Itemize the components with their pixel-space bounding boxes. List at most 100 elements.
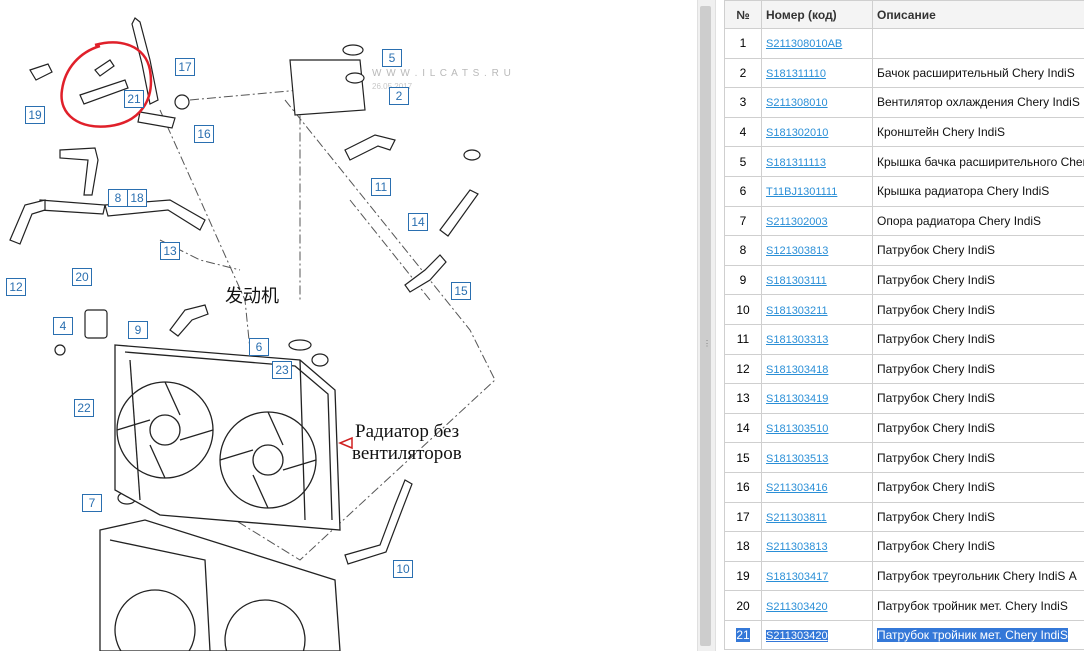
callout-8[interactable]: 8 bbox=[108, 189, 128, 207]
row-number: 21 bbox=[724, 619, 762, 651]
callout-20[interactable]: 20 bbox=[72, 268, 92, 286]
table-row[interactable]: 9 S181303111 Патрубок Chery IndiS bbox=[724, 264, 1084, 296]
part-code-link[interactable]: S181303313 bbox=[766, 334, 828, 346]
callout-15[interactable]: 15 bbox=[451, 282, 471, 300]
callout-10[interactable]: 10 bbox=[393, 560, 413, 578]
table-row[interactable]: 20 S211303420 Патрубок тройник мет. Chery … bbox=[724, 590, 1084, 621]
scrollbar-thumb[interactable]: ⋮ bbox=[700, 6, 711, 646]
part-code-link[interactable]: S121303813 bbox=[766, 245, 828, 257]
row-number: 5 bbox=[724, 146, 762, 177]
row-number: 20 bbox=[724, 590, 762, 621]
table-row[interactable]: 10 S181303211 Патрубок Chery IndiS bbox=[724, 294, 1084, 325]
table-row[interactable]: 1 S211308010AB bbox=[724, 28, 1084, 59]
part-code-link[interactable]: S211308010 bbox=[766, 97, 828, 109]
part-description: Опора радиатора Chery IndiS bbox=[872, 205, 1084, 237]
part-code-link[interactable]: S211303420 bbox=[766, 601, 828, 613]
callout-11[interactable]: 11 bbox=[371, 178, 391, 196]
part-description: Патрубок Chery IndiS bbox=[872, 264, 1084, 296]
engine-label: 发动机 bbox=[225, 286, 279, 306]
pointer-arrow-icon bbox=[338, 436, 353, 450]
callout-23[interactable]: 23 bbox=[272, 361, 292, 379]
row-number: 18 bbox=[724, 531, 762, 562]
part-code-link[interactable]: T11BJ1301111 bbox=[766, 186, 837, 198]
callout-22[interactable]: 22 bbox=[74, 399, 94, 417]
table-row[interactable]: 3 S211308010 Вентилятор охлаждения Chery I… bbox=[724, 87, 1084, 118]
table-row[interactable]: 5 S181311113 Крышка бачка расширительного … bbox=[724, 146, 1084, 177]
part-code-link[interactable]: S181303419 bbox=[766, 393, 828, 405]
table-row[interactable]: 16 S211303416 Патрубок Chery IndiS bbox=[724, 471, 1084, 503]
part-code-link[interactable]: S211303420 bbox=[766, 630, 828, 643]
table-row[interactable]: 8 S121303813 Патрубок Chery IndiS bbox=[724, 235, 1084, 266]
part-code-cell: S181303419 bbox=[761, 383, 873, 414]
callout-19[interactable]: 19 bbox=[25, 106, 45, 124]
callout-17[interactable]: 17 bbox=[175, 58, 195, 76]
part-code-link[interactable]: S181303111 bbox=[766, 275, 827, 287]
table-row[interactable]: 7 S211302003 Опора радиатора Chery IndiS bbox=[724, 205, 1084, 237]
row-number: 4 bbox=[724, 116, 762, 148]
table-row[interactable]: 2 S181311110 Бачок расширительный Chery In… bbox=[724, 57, 1084, 89]
part-description: Патрубок Chery IndiS bbox=[872, 531, 1084, 562]
part-code-link[interactable]: S181303211 bbox=[766, 305, 828, 317]
part-code-link[interactable]: S211308010AB bbox=[766, 38, 842, 50]
callout-7[interactable]: 7 bbox=[82, 494, 102, 512]
part-description: Кронштейн Chery IndiS bbox=[872, 116, 1084, 148]
callout-18[interactable]: 18 bbox=[127, 189, 147, 207]
part-code-link[interactable]: S181303417 bbox=[766, 571, 828, 583]
table-row[interactable]: 19 S181303417 Патрубок треугольник Chery I… bbox=[724, 560, 1084, 592]
column-header-number[interactable]: № bbox=[724, 0, 762, 29]
callout-5[interactable]: 5 bbox=[382, 49, 402, 67]
table-row[interactable]: 4 S181302010 Кронштейн Chery IndiS bbox=[724, 116, 1084, 148]
table-row[interactable]: 21 S211303420 Патрубок тройник мет. Chery … bbox=[724, 619, 1084, 651]
parts-table-body: 1 S211308010AB 2 S181311110 Бачок расширител… bbox=[724, 28, 1084, 651]
part-code-link[interactable]: S211303813 bbox=[766, 541, 828, 553]
part-code-cell: T11BJ1301111 bbox=[761, 175, 873, 207]
table-row[interactable]: 17 S211303811 Патрубок Chery IndiS bbox=[724, 501, 1084, 533]
column-header-code[interactable]: Номер (код) bbox=[761, 0, 873, 29]
part-code-cell: S211308010AB bbox=[761, 28, 873, 59]
row-number: 10 bbox=[724, 294, 762, 325]
row-number: 11 bbox=[724, 323, 762, 355]
table-row[interactable]: 6 T11BJ1301111 Крышка радиатора Chery Indi… bbox=[724, 175, 1084, 207]
callout-6[interactable]: 6 bbox=[249, 338, 269, 356]
part-description: Патрубок тройник мет. Chery IndiS bbox=[872, 619, 1084, 651]
table-row[interactable]: 15 S181303513 Патрубок Chery IndiS bbox=[724, 442, 1084, 473]
table-row[interactable]: 11 S181303313 Патрубок Chery IndiS bbox=[724, 323, 1084, 355]
row-number: 3 bbox=[724, 87, 762, 118]
part-code-cell: S181303513 bbox=[761, 442, 873, 473]
part-code-link[interactable]: S211303811 bbox=[766, 512, 827, 524]
callout-16[interactable]: 16 bbox=[194, 125, 214, 143]
part-description: Патрубок Chery IndiS bbox=[872, 501, 1084, 533]
part-code-link[interactable]: S181303513 bbox=[766, 453, 828, 465]
grip-icon: ⋮ bbox=[703, 339, 711, 348]
callout-12[interactable]: 12 bbox=[6, 278, 26, 296]
table-row[interactable]: 14 S181303510 Патрубок Chery IndiS bbox=[724, 412, 1084, 444]
part-code-cell: S211303416 bbox=[761, 471, 873, 503]
part-code-link[interactable]: S211302003 bbox=[766, 216, 828, 228]
table-row[interactable]: 13 S181303419 Патрубок Chery IndiS bbox=[724, 383, 1084, 414]
part-code-link[interactable]: S181311113 bbox=[766, 157, 826, 169]
part-description: Крышка бачка расширительного Chery IndiS bbox=[872, 146, 1084, 177]
part-code-link[interactable]: S181303510 bbox=[766, 423, 828, 435]
part-description: Патрубок Chery IndiS bbox=[872, 235, 1084, 266]
callout-21[interactable]: 21 bbox=[124, 90, 144, 108]
callout-14[interactable]: 14 bbox=[408, 213, 428, 231]
part-description: Вентилятор охлаждения Chery IndiS bbox=[872, 87, 1084, 118]
callout-2[interactable]: 2 bbox=[389, 87, 409, 105]
callout-4[interactable]: 4 bbox=[53, 317, 73, 335]
part-code-link[interactable]: S181302010 bbox=[766, 127, 828, 139]
part-description: Патрубок Chery IndiS bbox=[872, 323, 1084, 355]
callout-13[interactable]: 13 bbox=[160, 242, 180, 260]
table-row[interactable]: 12 S181303418 Патрубок Chery IndiS bbox=[724, 353, 1084, 385]
row-number: 15 bbox=[724, 442, 762, 473]
part-code-cell: S211303420 bbox=[761, 619, 873, 651]
part-code-link[interactable]: S181311110 bbox=[766, 68, 826, 80]
part-code-link[interactable]: S211303416 bbox=[766, 482, 828, 494]
part-code-link[interactable]: S181303418 bbox=[766, 364, 828, 376]
row-number: 12 bbox=[724, 353, 762, 385]
radiator-label-line2: вентиляторов bbox=[352, 443, 462, 464]
vertical-scrollbar[interactable]: ⋮ bbox=[697, 0, 716, 651]
table-row[interactable]: 18 S211303813 Патрубок Chery IndiS bbox=[724, 531, 1084, 562]
radiator-label-line1: Радиатор без bbox=[355, 421, 460, 442]
callout-9[interactable]: 9 bbox=[128, 321, 148, 339]
column-header-description[interactable]: Описание bbox=[872, 0, 1084, 29]
